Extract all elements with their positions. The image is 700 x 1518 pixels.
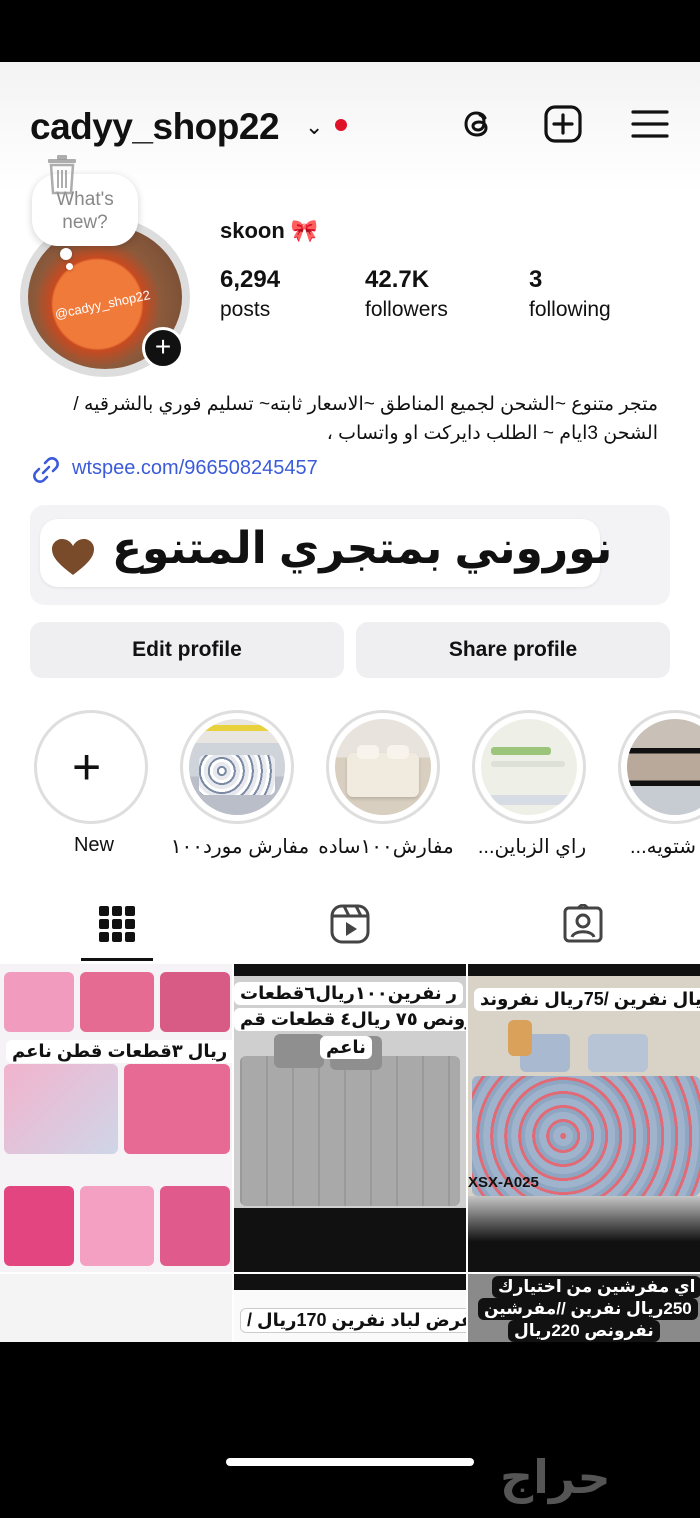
post-label: عرض لباد نفرين 170ريال / bbox=[240, 1308, 466, 1333]
share-profile-button[interactable]: Share profile bbox=[356, 622, 670, 678]
followers-count[interactable]: 42.7K followers bbox=[365, 266, 448, 322]
story-new[interactable]: + New bbox=[34, 710, 152, 860]
avatar-overlay-text: @cadyy_shop22 bbox=[53, 287, 152, 322]
menu-icon[interactable] bbox=[630, 104, 670, 144]
bio-line-2: الشحن 3ايام ~ الطلب دايركت او واتساب ، bbox=[326, 423, 658, 444]
brown-heart-icon bbox=[52, 539, 94, 575]
story-highlight[interactable]: مفارش مورد١٠٠ bbox=[171, 710, 309, 860]
post-label: 250ريال نفرين //مفرشين bbox=[478, 1298, 698, 1320]
watermark: حراج bbox=[500, 1451, 611, 1503]
banner-card: نوروني بمتجري المتنوع bbox=[40, 519, 612, 587]
story-label: مفارش مورد١٠٠ bbox=[170, 836, 310, 858]
grid-post[interactable]: 10ريال نفرين /75ريال نفروند XSX-A025 bbox=[468, 964, 700, 1272]
create-post-icon[interactable] bbox=[543, 104, 583, 144]
link-icon bbox=[33, 457, 59, 483]
story-label: مفارش١٠٠ساده bbox=[318, 836, 454, 858]
following-count[interactable]: 3 following bbox=[529, 266, 611, 322]
post-label: اي مفرشين من اختيارك bbox=[492, 1276, 700, 1298]
active-tab-indicator bbox=[81, 958, 153, 961]
posts-label: posts bbox=[220, 298, 271, 321]
followers-label: followers bbox=[365, 298, 448, 321]
post-label: ناعم bbox=[320, 1036, 372, 1059]
bio: متجر متنوع ~الشحن لجميع المناطق ~الاسعار… bbox=[28, 390, 658, 448]
following-value: 3 bbox=[529, 266, 543, 293]
story-highlight[interactable]: راي الزباين... bbox=[472, 710, 590, 860]
grid-post[interactable]: ٦٠ ريال ٣قطعات قطن ناعم bbox=[0, 964, 232, 1272]
grid-post[interactable]: اي مفرشين من اختيارك 250ريال نفرين //مفر… bbox=[468, 1274, 700, 1342]
tagged-icon[interactable] bbox=[563, 904, 603, 944]
note-tail bbox=[60, 248, 72, 260]
notification-dot bbox=[335, 119, 347, 131]
story-ring: + bbox=[34, 710, 148, 824]
display-name: skoon 🎀 bbox=[220, 218, 319, 243]
post-label: نفرونص 220ريال bbox=[508, 1320, 660, 1342]
post-code: XSX-A025 bbox=[468, 1174, 539, 1191]
story-label: New bbox=[73, 834, 114, 856]
bio-line-1: متجر متنوع ~الشحن لجميع المناطق ~الاسعار… bbox=[73, 394, 658, 415]
plus-icon: + bbox=[72, 739, 102, 795]
post-label: رونص ٧٥ ريال٤ قطعات قم bbox=[234, 1008, 466, 1031]
edit-profile-button[interactable]: Edit profile bbox=[30, 622, 344, 678]
trash-icon[interactable] bbox=[44, 153, 80, 197]
grid-post[interactable] bbox=[0, 1274, 232, 1342]
add-story-icon[interactable]: + bbox=[142, 327, 184, 369]
following-label: following bbox=[529, 298, 611, 321]
post-label: ٦٠ ريال ٣قطعات قطن ناعم bbox=[6, 1040, 232, 1063]
story-label: راي الزباين... bbox=[477, 836, 587, 858]
story-label: ش شتويه... bbox=[629, 836, 700, 858]
story-thumbnail bbox=[189, 719, 285, 815]
link-text[interactable]: wtspee.com/966508245457 bbox=[72, 457, 318, 480]
note-tail-small bbox=[66, 263, 73, 270]
chevron-down-icon[interactable]: ⌄ bbox=[305, 114, 323, 140]
grid-post[interactable]: ر نفرين١٠٠ريال٦قطعات رونص ٧٥ ريال٤ قطعات… bbox=[234, 964, 466, 1272]
status-bar-area bbox=[0, 0, 700, 62]
pinned-banner: نوروني بمتجري المتنوع bbox=[30, 505, 670, 605]
home-indicator[interactable] bbox=[226, 1458, 474, 1466]
username-switcher[interactable]: cadyy_shop22 bbox=[30, 106, 280, 148]
post-label: ر نفرين١٠٠ريال٦قطعات bbox=[234, 982, 464, 1005]
threads-icon[interactable] bbox=[458, 104, 498, 144]
story-thumbnail bbox=[335, 719, 431, 815]
followers-value: 42.7K bbox=[365, 266, 430, 293]
story-thumbnail bbox=[481, 719, 577, 815]
grid-icon[interactable] bbox=[97, 904, 137, 944]
story-highlight[interactable]: ش شتويه... bbox=[618, 710, 700, 860]
posts-value: 6,294 bbox=[220, 266, 281, 293]
reels-icon[interactable] bbox=[330, 904, 370, 944]
posts-count[interactable]: 6,294 posts bbox=[220, 266, 280, 322]
banner-text: نوروني بمتجري المتنوع bbox=[112, 524, 613, 573]
profile-screen: cadyy_shop22 ⌄ @cadyy_shop22 + What's ne… bbox=[0, 62, 700, 1342]
post-label: 10ريال نفرين /75ريال نفروند bbox=[474, 988, 700, 1011]
story-highlight[interactable]: مفارش١٠٠ساده bbox=[318, 710, 454, 860]
grid-post[interactable]: عرض لباد نفرين 170ريال / bbox=[234, 1274, 466, 1342]
